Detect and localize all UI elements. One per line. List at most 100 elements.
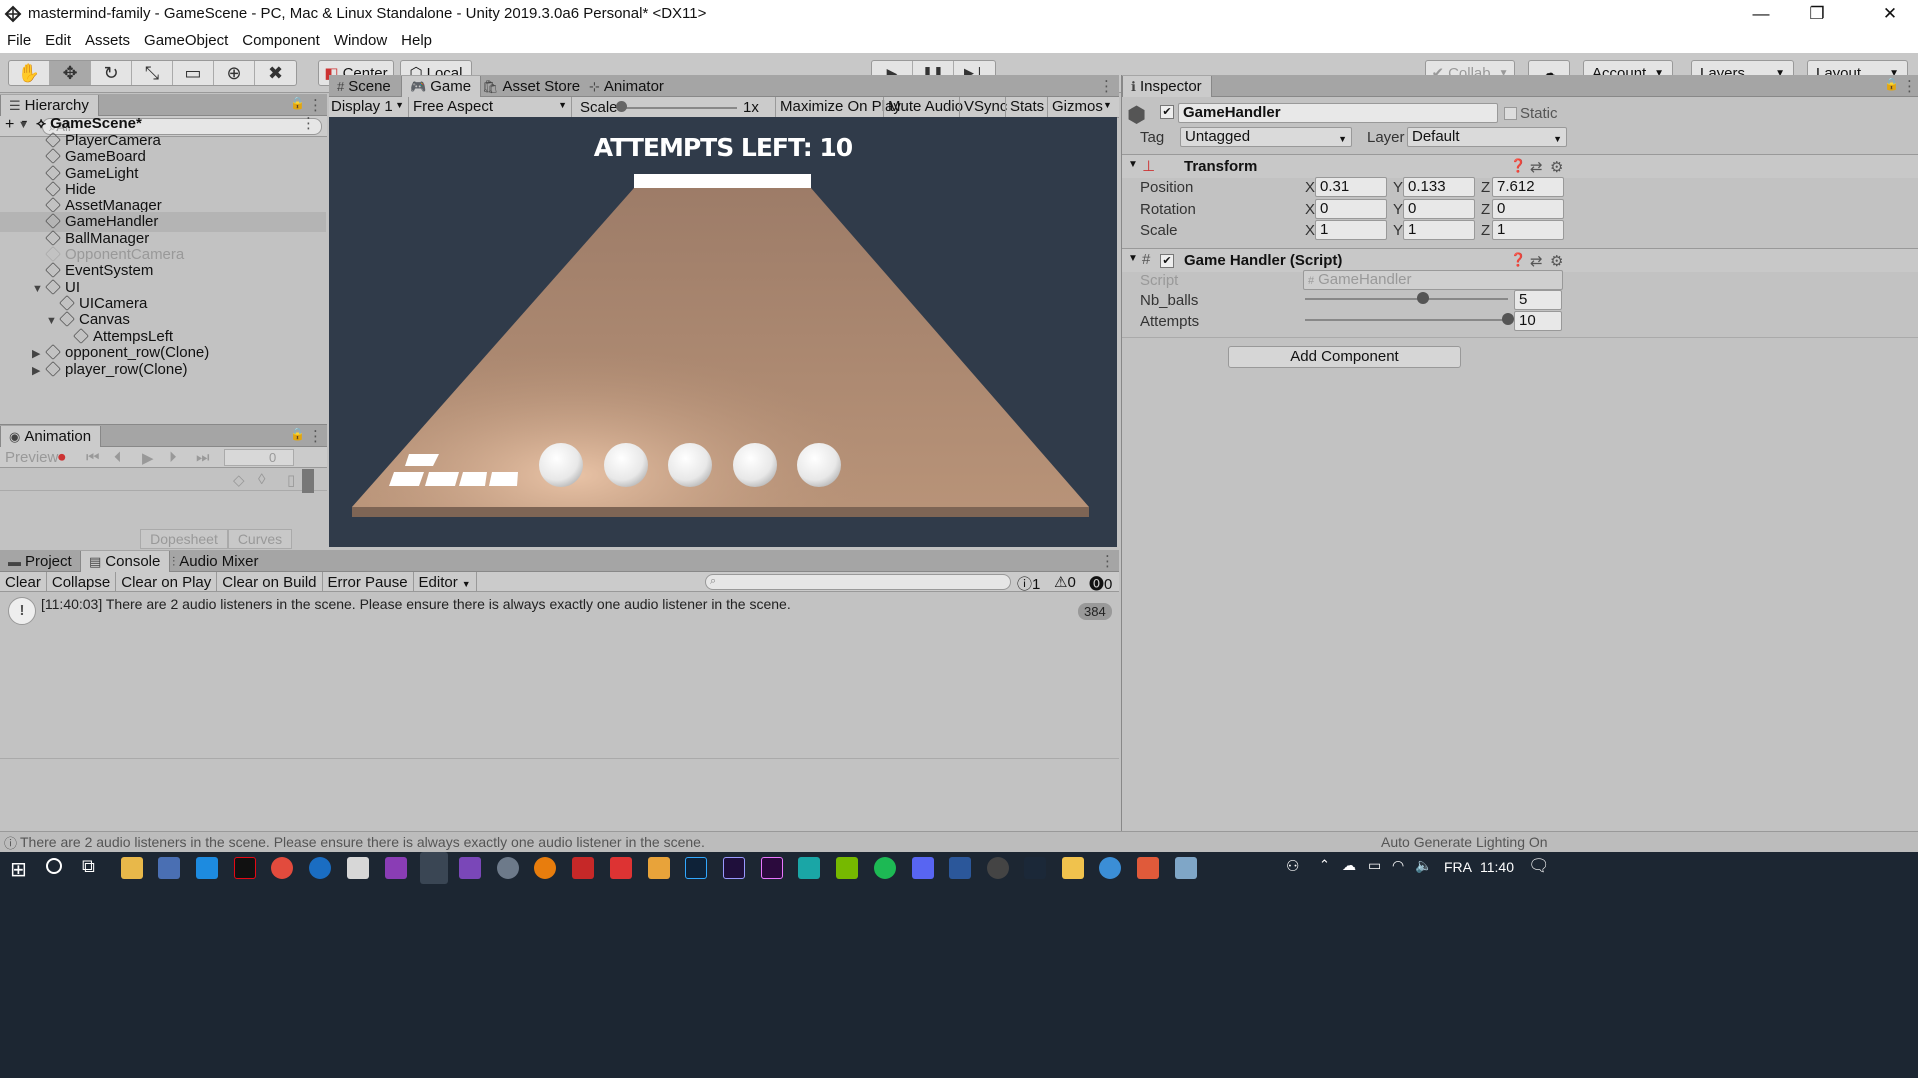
word-icon[interactable] xyxy=(949,857,971,879)
vsync-toggle[interactable]: VSync xyxy=(959,97,1011,117)
discord-icon[interactable] xyxy=(912,857,934,879)
lock-icon[interactable]: 🔒 xyxy=(1884,77,1899,91)
status-message[interactable]: There are 2 audio listeners in the scene… xyxy=(20,834,705,850)
hierarchy-item[interactable]: ▶ player_row(Clone) xyxy=(0,360,326,380)
battery-icon[interactable]: ▭ xyxy=(1368,857,1381,874)
premiere-icon[interactable] xyxy=(761,857,783,879)
unity-taskbar-icon[interactable] xyxy=(420,852,448,884)
expand-arrow-icon[interactable]: ▼ xyxy=(1128,253,1138,264)
scale-slider-thumb[interactable] xyxy=(616,101,627,112)
chevron-up-icon[interactable]: ⌃ xyxy=(1319,857,1330,873)
tab-game[interactable]: 🎮 Game xyxy=(401,76,482,97)
scale-z-field[interactable]: 1 xyxy=(1492,220,1564,240)
menu-dots-icon[interactable]: ⋮ xyxy=(1100,552,1115,570)
last-frame-icon[interactable]: ⏭ xyxy=(196,449,210,466)
app-icon[interactable] xyxy=(1099,857,1121,879)
curves-button[interactable]: Curves xyxy=(228,529,292,549)
rotation-x-field[interactable]: 0 xyxy=(1315,199,1387,219)
app-icon[interactable] xyxy=(572,857,594,879)
chrome-icon[interactable] xyxy=(271,857,293,879)
clock[interactable]: 11:40 xyxy=(1480,859,1514,875)
gizmos-toggle[interactable]: Gizmos xyxy=(1047,97,1107,117)
custom-tool-icon[interactable]: ✖ xyxy=(255,61,296,85)
rect-tool-icon[interactable]: ▭ xyxy=(173,61,214,85)
preview-button[interactable]: Preview xyxy=(5,449,58,466)
transform-header[interactable]: ▼ ⊥ Transform ❓ ⇄ ⚙ xyxy=(1122,154,1918,178)
menu-dots-icon[interactable]: ⋮ xyxy=(1902,77,1917,95)
event-marker-icon[interactable]: ▯ xyxy=(287,471,295,489)
lock-icon[interactable]: 🔒 xyxy=(290,96,305,110)
people-icon[interactable]: ⚇ xyxy=(1286,857,1299,875)
component-enabled-checkbox[interactable]: ✔ xyxy=(1160,254,1174,268)
minimize-button[interactable]: — xyxy=(1733,0,1789,28)
ball[interactable] xyxy=(604,443,648,487)
menu-dots-icon[interactable]: ⋮ xyxy=(308,96,323,114)
blender-icon[interactable] xyxy=(534,857,556,879)
edge-icon[interactable] xyxy=(309,857,331,879)
app-icon[interactable] xyxy=(648,857,670,879)
attempts-slider-track[interactable] xyxy=(1305,319,1508,321)
app-icon[interactable] xyxy=(196,857,218,879)
preset-icon[interactable]: ⇄ xyxy=(1530,158,1543,176)
preset-icon[interactable]: ⇄ xyxy=(1530,252,1543,270)
game-render-view[interactable]: ATTEMPTS LEFT: 10 xyxy=(329,117,1117,547)
help-icon[interactable]: ❓ xyxy=(1510,252,1526,268)
clear-on-build-toggle[interactable]: Clear on Build xyxy=(217,572,323,592)
tag-dropdown[interactable]: Untagged ▼ xyxy=(1180,127,1352,147)
tab-animator[interactable]: ⊹ Animator xyxy=(581,76,673,97)
object-name-field[interactable]: GameHandler xyxy=(1178,103,1498,123)
chevron-down-icon[interactable]: ▼ xyxy=(1103,100,1112,110)
rotate-tool-icon[interactable]: ↻ xyxy=(91,61,132,85)
after-effects-icon[interactable] xyxy=(723,857,745,879)
close-button[interactable]: ✕ xyxy=(1862,0,1918,28)
maximize-button[interactable]: ❐ xyxy=(1789,0,1845,28)
stats-toggle[interactable]: Stats xyxy=(1005,97,1048,117)
tab-asset-store[interactable]: 🛍 Asset Store xyxy=(474,76,589,97)
error-pause-toggle[interactable]: Error Pause xyxy=(323,572,414,592)
app-icon[interactable] xyxy=(1175,857,1197,879)
notifications-icon[interactable]: 🗨 xyxy=(1528,856,1550,876)
record-icon[interactable]: ⏺ xyxy=(58,449,66,466)
timeline-scrubber[interactable] xyxy=(302,469,314,493)
menu-window[interactable]: Window xyxy=(327,28,394,49)
display-dropdown[interactable]: Display 1 ▼ xyxy=(329,97,409,117)
console-log-entry[interactable]: ! [11:40:03] There are 2 audio listeners… xyxy=(0,593,1119,627)
rotation-y-field[interactable]: 0 xyxy=(1403,199,1475,219)
script-component-header[interactable]: ▼ # ✔ Game Handler (Script) ❓ ⇄ ⚙ xyxy=(1122,248,1918,272)
menu-gameobject[interactable]: GameObject xyxy=(137,28,235,49)
next-frame-icon[interactable]: ⏵ xyxy=(169,449,177,466)
netflix-icon[interactable] xyxy=(234,857,256,879)
rotation-z-field[interactable]: 0 xyxy=(1492,199,1564,219)
app-icon[interactable] xyxy=(385,857,407,879)
menu-component[interactable]: Component xyxy=(235,28,327,49)
task-view-icon[interactable]: ⧉ xyxy=(82,856,95,877)
position-z-field[interactable]: 7.612 xyxy=(1492,177,1564,197)
scale-y-field[interactable]: 1 xyxy=(1403,220,1475,240)
app-icon[interactable] xyxy=(347,857,369,879)
collapse-toggle[interactable]: Collapse xyxy=(47,572,117,592)
ball[interactable] xyxy=(668,443,712,487)
frame-field[interactable]: 0 xyxy=(224,449,294,466)
photoshop-icon[interactable] xyxy=(685,857,707,879)
search-circle-icon[interactable] xyxy=(46,858,62,874)
app-icon[interactable] xyxy=(1062,857,1084,879)
menu-dots-icon[interactable]: ⋮ xyxy=(1099,77,1114,95)
console-search-input[interactable]: ⌕ xyxy=(705,574,1011,590)
collapse-arrow-icon[interactable]: ▶ xyxy=(32,361,46,381)
static-checkbox[interactable] xyxy=(1504,107,1517,120)
position-x-field[interactable]: 0.31 xyxy=(1315,177,1387,197)
scale-tool-icon[interactable]: ⤡ xyxy=(132,61,173,85)
info-filter[interactable]: ⓘ1 xyxy=(1017,573,1040,594)
tab-hierarchy[interactable]: ☰ Hierarchy xyxy=(0,95,99,116)
ball[interactable] xyxy=(733,443,777,487)
cloud-icon[interactable]: ☁ xyxy=(1342,857,1356,874)
nvidia-icon[interactable] xyxy=(836,857,858,879)
spotify-icon[interactable] xyxy=(874,857,896,879)
lock-icon[interactable]: 🔒 xyxy=(290,427,305,441)
settings-gear-icon[interactable]: ⚙ xyxy=(1550,158,1563,176)
aspect-dropdown[interactable]: Free Aspect ▼ xyxy=(410,97,572,117)
app-icon[interactable] xyxy=(798,857,820,879)
layer-dropdown[interactable]: Default ▼ xyxy=(1407,127,1567,147)
mute-audio-toggle[interactable]: Mute Audio xyxy=(883,97,967,117)
move-tool-icon[interactable]: ✥ xyxy=(50,61,91,85)
